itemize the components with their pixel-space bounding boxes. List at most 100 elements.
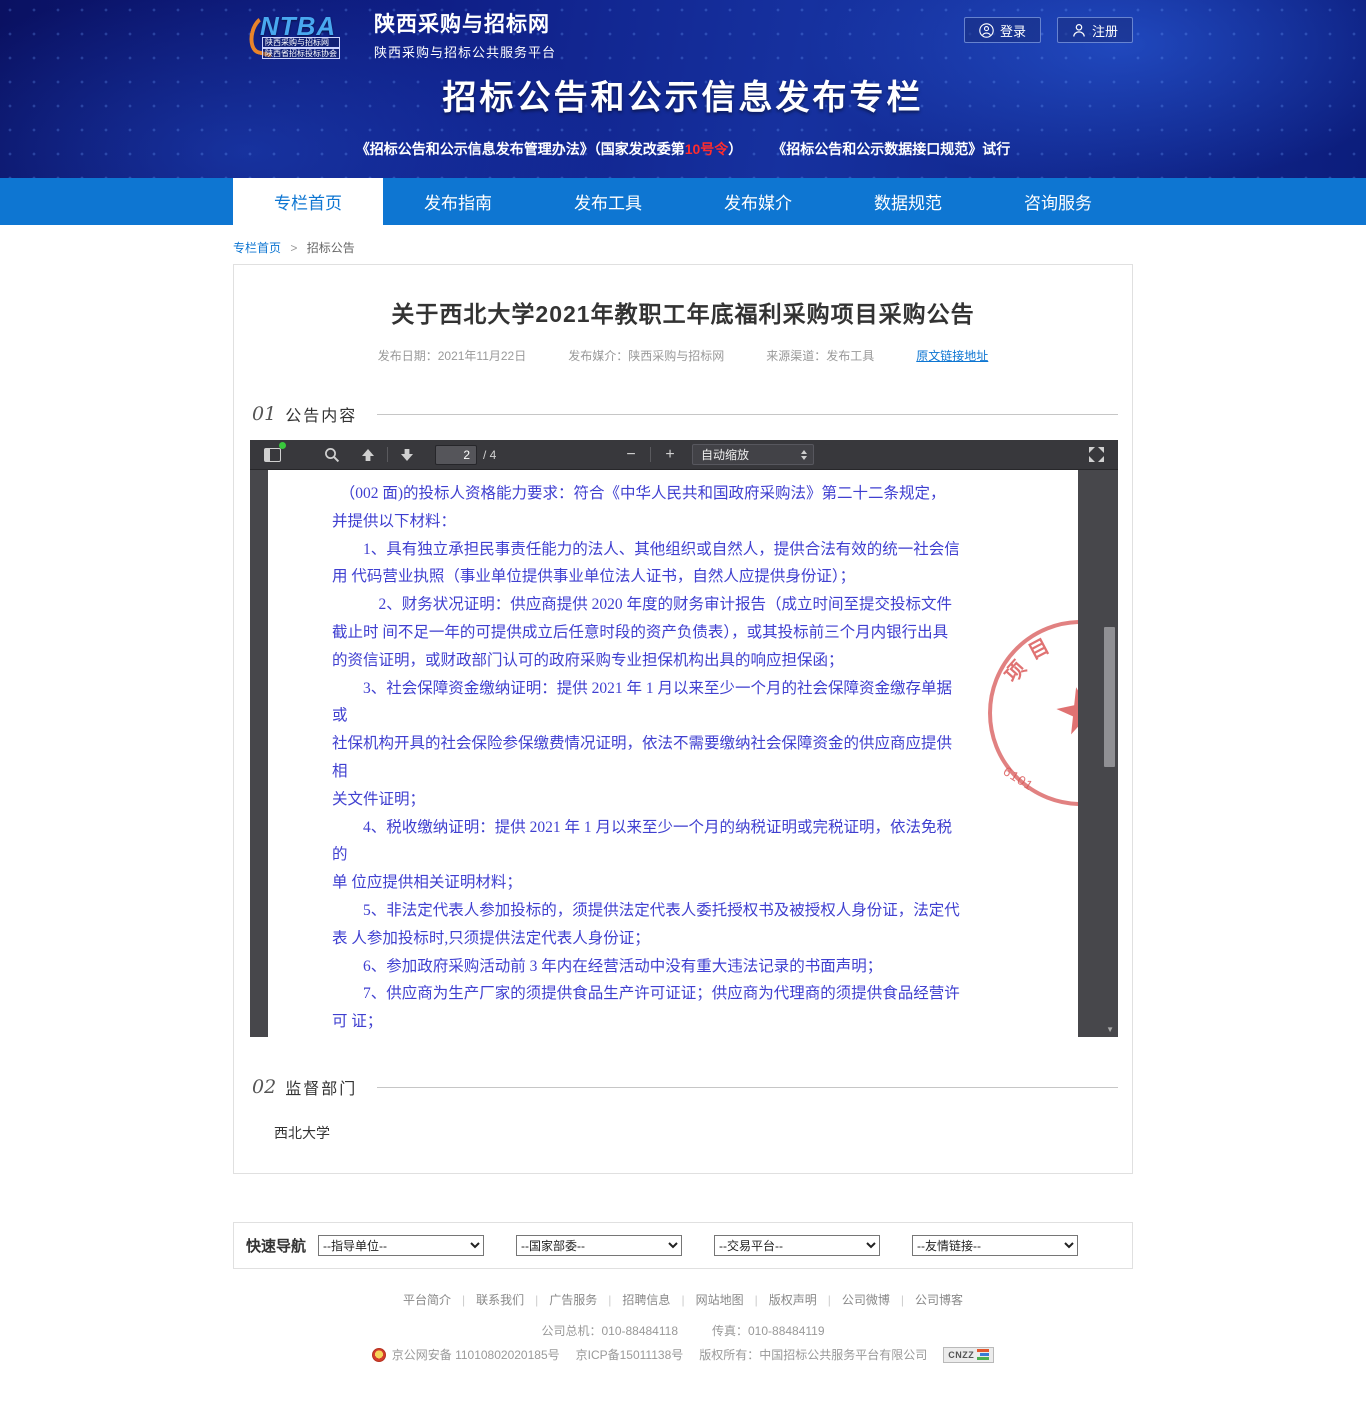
pdf-page: （002 面)的投标人资格能力要求：符合《中华人民共和国政府采购法》第二十二条规… xyxy=(268,470,1078,1037)
footer-link-separator: | xyxy=(535,1293,538,1307)
register-button[interactable]: 注册 xyxy=(1057,17,1133,43)
fullscreen-icon xyxy=(1089,447,1104,462)
site-title: 陕西采购与招标网 xyxy=(374,8,556,38)
pdf-scrollbar-thumb[interactable] xyxy=(1104,627,1115,767)
main-navbar: 专栏首页 发布指南 发布工具 发布媒介 数据规范 咨询服务 xyxy=(0,178,1366,225)
pdf-text-line: 社保机构开具的社会保险参保缴费情况证明，依法不需要缴纳社会保障资金的供应商应提供… xyxy=(332,730,966,786)
select-spinner-icon xyxy=(801,450,807,460)
pdf-zoom-out-button[interactable]: − xyxy=(619,443,643,467)
tab-publish-media[interactable]: 发布媒介 xyxy=(683,178,833,225)
tab-data-standard[interactable]: 数据规范 xyxy=(833,178,983,225)
pdf-text-line: 4、税收缴纳证明：提供 2021 年 1 月以来至少一个月的纳税证明或完税证明，… xyxy=(332,814,966,870)
footer-links: 平台简介 | 联系我们 | 广告服务 | 招聘信息 | 网站地图 | 版权声明 … xyxy=(0,1291,1366,1308)
select-guide-unit[interactable]: --指导单位-- xyxy=(318,1235,484,1256)
navbar-inner: 专栏首页 发布指南 发布工具 发布媒介 数据规范 咨询服务 xyxy=(233,178,1133,225)
footer-link-separator: | xyxy=(462,1293,465,1307)
police-badge-icon xyxy=(372,1348,386,1362)
arrow-down-icon xyxy=(400,448,414,462)
page-footer: 平台简介 | 联系我们 | 广告服务 | 招聘信息 | 网站地图 | 版权声明 … xyxy=(0,1291,1366,1363)
tab-publish-tool[interactable]: 发布工具 xyxy=(533,178,683,225)
pdf-text-line: 关文件证明； xyxy=(332,786,966,814)
logo-caption: 陕西采购与招标网 陕西省招标投标协会 xyxy=(262,37,340,59)
pdf-search-button[interactable] xyxy=(320,443,344,467)
toolbar-separator xyxy=(387,447,388,462)
login-button[interactable]: 登录 xyxy=(964,17,1041,43)
sidebar-toggle-icon xyxy=(264,448,281,462)
tab-consulting[interactable]: 咨询服务 xyxy=(983,178,1133,225)
tab-publish-guide[interactable]: 发布指南 xyxy=(383,178,533,225)
select-friend-links[interactable]: --友情链接-- xyxy=(912,1235,1078,1256)
scrollbar-down-arrow[interactable]: ▼ xyxy=(1106,1025,1114,1034)
regulation-1-suffix: ） xyxy=(728,141,742,157)
pdf-text-line: 1、具有独立承担民事责任能力的法人、其他组织或自然人，提供合法有效的统一社会信 xyxy=(332,536,966,564)
login-label: 登录 xyxy=(1000,21,1026,40)
section-announcement-content: 01 公告内容 xyxy=(252,402,1118,426)
cnzz-stats-badge[interactable]: CNZZ xyxy=(943,1347,994,1363)
pdf-text-line: 2、财务状况证明：供应商提供 2020 年度的财务审计报告（成立时间至提交投标文… xyxy=(332,591,966,619)
pdf-text-line: 可 证； xyxy=(332,1008,966,1036)
pdf-text-line: 用 代码营业执照（事业单位提供事业单位法人证书，自然人应提供身份证）； xyxy=(332,563,966,591)
pdf-next-page-button[interactable] xyxy=(395,443,419,467)
footer-link-jobs[interactable]: 招聘信息 xyxy=(622,1291,670,1308)
pdf-text-line: 单 位应提供相关证明材料； xyxy=(332,869,966,897)
quick-navigation: 快速导航 --指导单位-- --国家部委-- --交易平台-- --友情链接-- xyxy=(233,1222,1133,1269)
pdf-text-line: 8、本项目不接受联合体响应。 xyxy=(332,1036,966,1037)
search-icon xyxy=(324,447,340,463)
login-icon xyxy=(979,23,994,38)
announcement-meta: 发布日期：2021年11月22日 发布媒介：陕西采购与招标网 来源渠道：发布工具… xyxy=(234,347,1132,364)
pdf-text-line: （002 面)的投标人资格能力要求：符合《中华人民共和国政府采购法》第二十二条规… xyxy=(332,480,966,508)
breadcrumb-current: 招标公告 xyxy=(307,241,355,255)
select-national-ministry[interactable]: --国家部委-- xyxy=(516,1235,682,1256)
pdf-fullscreen-button[interactable] xyxy=(1084,443,1108,467)
pdf-scrollbar[interactable]: ▼ xyxy=(1103,470,1116,1037)
footer-link-platform-intro[interactable]: 平台简介 xyxy=(403,1291,451,1308)
footer-link-weibo[interactable]: 公司微博 xyxy=(842,1291,890,1308)
footer-link-ad-service[interactable]: 广告服务 xyxy=(549,1291,597,1308)
company-fax: 传真：010-88484119 xyxy=(712,1322,825,1339)
pdf-zoom-value: 自动缩放 xyxy=(701,446,801,463)
supervise-department-value: 西北大学 xyxy=(274,1123,1132,1143)
section-supervise-department: 02 监督部门 xyxy=(252,1075,1118,1099)
pdf-zoom-in-button[interactable]: + xyxy=(658,443,682,467)
announcement-container: 关于西北大学2021年教职工年底福利采购项目采购公告 发布日期：2021年11月… xyxy=(233,264,1133,1174)
pdf-sidebar-toggle-button[interactable] xyxy=(260,443,284,467)
breadcrumb-home-link[interactable]: 专栏首页 xyxy=(233,241,281,255)
footer-link-separator: | xyxy=(608,1293,611,1307)
footer-link-copyright-statement[interactable]: 版权声明 xyxy=(769,1291,817,1308)
tab-column-home[interactable]: 专栏首页 xyxy=(233,178,383,225)
section-divider xyxy=(377,1087,1118,1088)
logo-area[interactable]: NTBA 陕西采购与招标网 陕西省招标投标协会 陕西采购与招标网 陕西采购与招标… xyxy=(250,8,556,61)
footer-link-sitemap[interactable]: 网站地图 xyxy=(696,1291,744,1308)
icp-beian-number[interactable]: 京ICP备15011138号 xyxy=(576,1346,684,1363)
pdf-viewer: / 4 − + 自动缩放 xyxy=(250,440,1118,1037)
banner-subtitle: 《招标公告和公示信息发布管理办法》（国家发改委第10号令） 《招标公告和公示数据… xyxy=(0,139,1366,159)
cnzz-bars-icon xyxy=(977,1349,989,1360)
pdf-zoom-select[interactable]: 自动缩放 xyxy=(692,444,814,465)
pdf-content-area: （002 面)的投标人资格能力要求：符合《中华人民共和国政府采购法》第二十二条规… xyxy=(250,470,1118,1037)
footer-link-contact-us[interactable]: 联系我们 xyxy=(476,1291,524,1308)
banner-title: 招标公告和公示信息发布专栏 xyxy=(0,70,1366,119)
pdf-page-number-input[interactable] xyxy=(435,445,477,465)
logo-caption-line1: 陕西采购与招标网 xyxy=(262,37,340,48)
police-beian-number[interactable]: 京公网安备 11010802020185号 xyxy=(392,1346,560,1363)
auth-buttons: 登录 注册 xyxy=(964,17,1133,43)
footer-link-separator: | xyxy=(681,1293,684,1307)
footer-link-blog[interactable]: 公司博客 xyxy=(915,1291,963,1308)
copyright-owner: 版权所有：中国招标公共服务平台有限公司 xyxy=(699,1346,927,1363)
pdf-text-line: 3、社会保障资金缴纳证明：提供 2021 年 1 月以来至少一个月的社会保障资金… xyxy=(332,675,966,731)
pdf-previous-page-button[interactable] xyxy=(356,443,380,467)
logo-caption-line2: 陕西省招标投标协会 xyxy=(262,48,340,59)
source-channel: 来源渠道：发布工具 xyxy=(766,347,874,364)
regulation-1-red: 10号令 xyxy=(685,141,729,157)
section-divider xyxy=(377,414,1118,415)
pdf-page-count: / 4 xyxy=(483,448,496,462)
regulation-1-prefix: 《招标公告和公示信息发布管理办法》（国家发改委第 xyxy=(356,141,685,157)
site-subtitle: 陕西采购与招标公共服务平台 xyxy=(374,42,556,61)
section-number: 02 xyxy=(252,1076,276,1098)
section-title: 监督部门 xyxy=(285,1075,357,1099)
company-phone: 公司总机：010-88484118 xyxy=(541,1322,678,1339)
sidebar-notification-dot xyxy=(279,442,286,449)
origin-link[interactable]: 原文链接地址 xyxy=(916,347,988,364)
quick-nav-label: 快速导航 xyxy=(246,1235,306,1256)
select-trading-platform[interactable]: --交易平台-- xyxy=(714,1235,880,1256)
